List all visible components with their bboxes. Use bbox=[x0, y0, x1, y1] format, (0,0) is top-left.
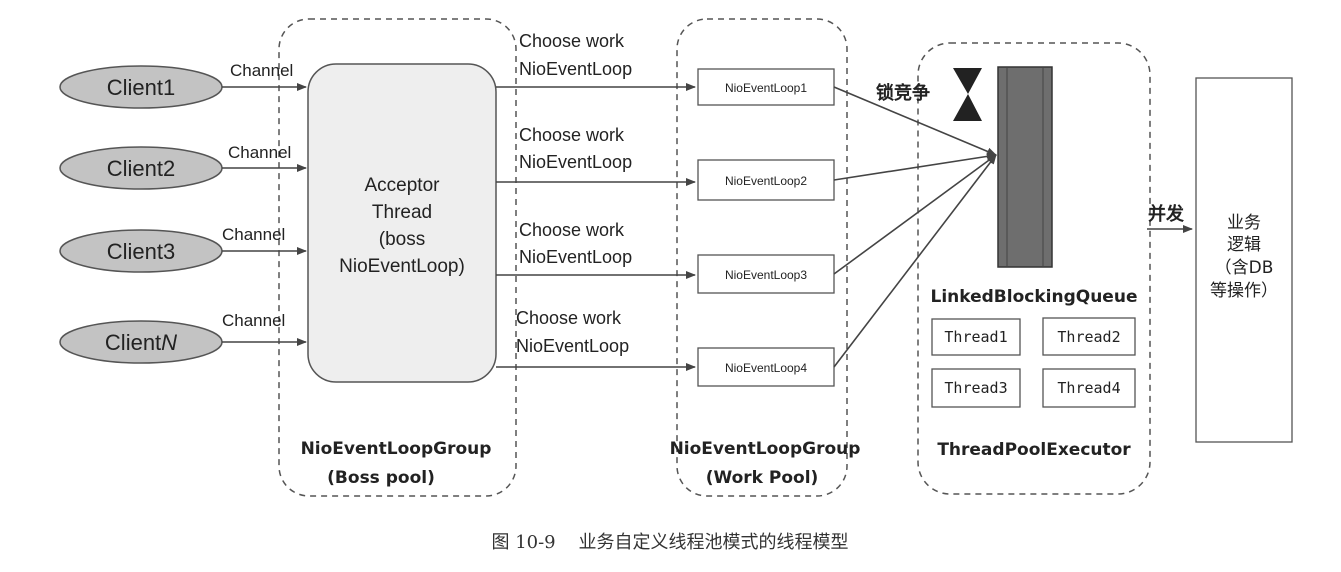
blocking-queue-bar bbox=[997, 66, 1053, 268]
thread-model-diagram: Client1 Client2 Client3 ClientN Channel … bbox=[59, 18, 1293, 553]
thread-label-4: Thread4 bbox=[1057, 379, 1120, 397]
channel-label-3: Channel bbox=[222, 225, 285, 244]
blocking-queue-label: LinkedBlockingQueue bbox=[931, 287, 1138, 307]
channel-label-2: Channel bbox=[228, 143, 291, 162]
business-label-line3: （含DB bbox=[1215, 258, 1274, 278]
event-loop-label-4: NioEventLoop4 bbox=[725, 361, 807, 375]
choose-label-3a: Choose work bbox=[519, 220, 625, 240]
choose-label-1b: NioEventLoop bbox=[519, 59, 632, 79]
client-label-3: Client3 bbox=[107, 239, 175, 264]
enqueue-arrow-3 bbox=[833, 154, 997, 275]
client-label-n: ClientN bbox=[105, 330, 177, 355]
acceptor-label-line2: Thread bbox=[372, 202, 432, 223]
business-label-line1: 业务 bbox=[1227, 213, 1261, 233]
executor-label: ThreadPoolExecutor bbox=[937, 440, 1131, 460]
concurrent-label: 并发 bbox=[1148, 203, 1185, 225]
choose-label-3b: NioEventLoop bbox=[519, 247, 632, 267]
thread-label-2: Thread2 bbox=[1057, 328, 1120, 346]
work-group-label-line2: (Work Pool) bbox=[706, 468, 819, 488]
hourglass-icon bbox=[953, 68, 982, 121]
acceptor-thread-box bbox=[307, 63, 497, 383]
business-label-line2: 逻辑 bbox=[1227, 235, 1261, 255]
channel-label-1: Channel bbox=[230, 61, 293, 80]
choose-label-4a: Choose work bbox=[516, 308, 622, 328]
choose-label-1a: Choose work bbox=[519, 31, 625, 51]
thread-label-1: Thread1 bbox=[944, 328, 1007, 346]
event-loop-label-1: NioEventLoop1 bbox=[725, 81, 807, 95]
choose-label-4b: NioEventLoop bbox=[516, 336, 629, 356]
client-label-1: Client1 bbox=[107, 75, 175, 100]
acceptor-label-line3: (boss bbox=[379, 229, 425, 250]
work-group-label-line1: NioEventLoopGroup bbox=[670, 439, 861, 459]
figure-caption: 图 10-9 业务自定义线程池模式的线程模型 bbox=[491, 532, 848, 553]
choose-label-2b: NioEventLoop bbox=[519, 152, 632, 172]
business-label-line4: 等操作） bbox=[1210, 281, 1278, 301]
acceptor-label-line1: Acceptor bbox=[365, 175, 441, 196]
client-label-2: Client2 bbox=[107, 156, 175, 181]
event-loop-label-2: NioEventLoop2 bbox=[725, 174, 807, 188]
choose-label-2a: Choose work bbox=[519, 125, 625, 145]
lock-contention-label: 锁竞争 bbox=[876, 82, 930, 104]
acceptor-label-line4: NioEventLoop) bbox=[339, 256, 465, 277]
boss-group-label-line2: (Boss pool) bbox=[327, 468, 435, 488]
event-loop-label-3: NioEventLoop3 bbox=[725, 268, 807, 282]
enqueue-arrow-2 bbox=[833, 152, 997, 181]
thread-label-3: Thread3 bbox=[944, 379, 1007, 397]
channel-label-n: Channel bbox=[222, 311, 285, 330]
boss-group-label-line1: NioEventLoopGroup bbox=[301, 439, 492, 459]
